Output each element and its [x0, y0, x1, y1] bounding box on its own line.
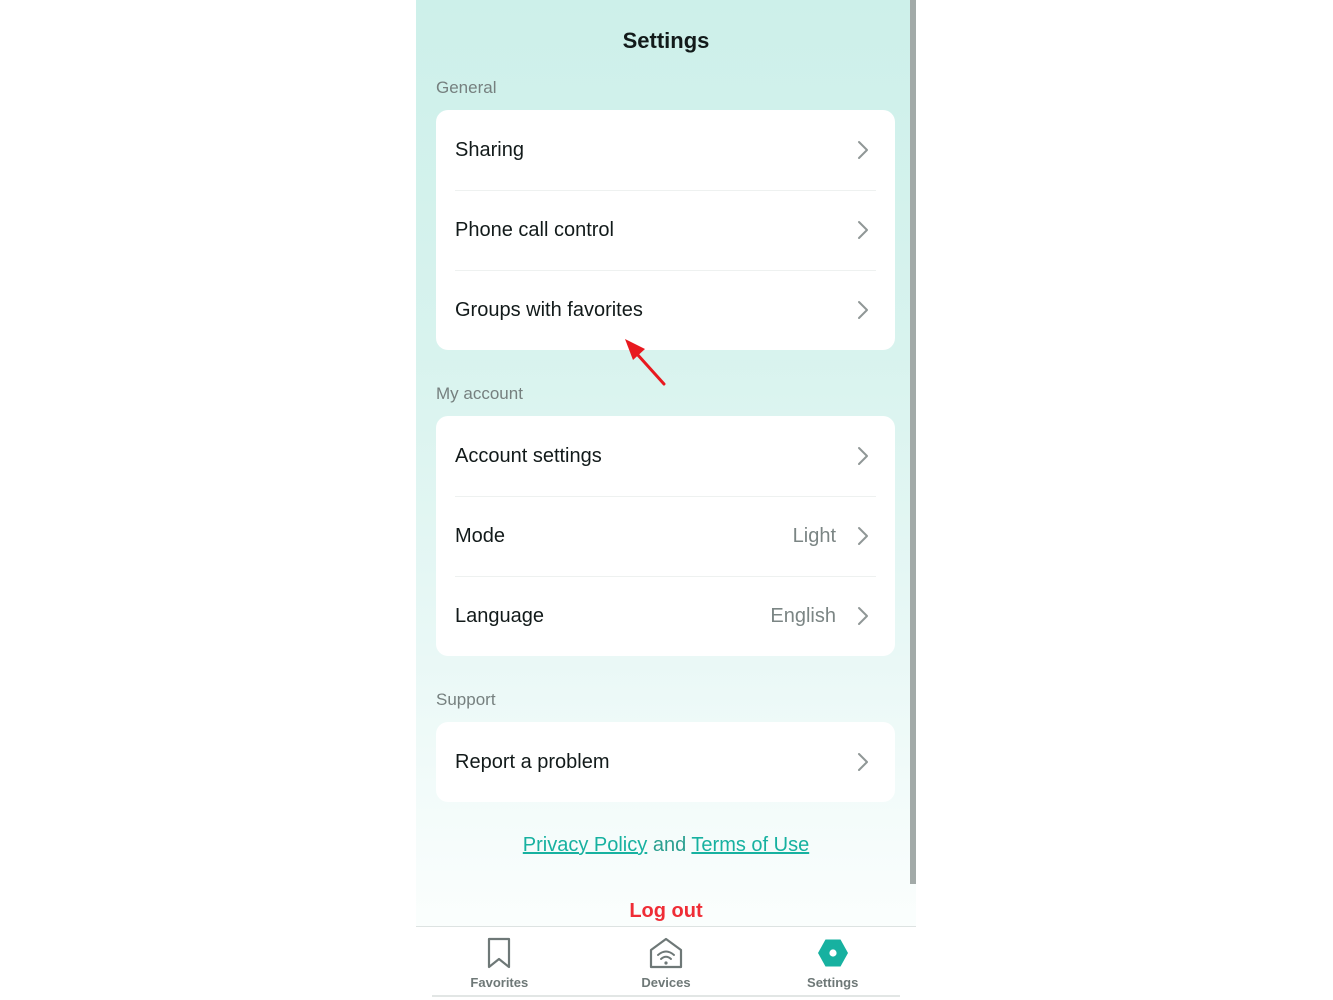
settings-row-account-settings[interactable]: Account settings [436, 416, 895, 496]
chevron-right-icon [858, 527, 868, 545]
terms-of-use-link[interactable]: Terms of Use [691, 834, 809, 856]
settings-row-language[interactable]: Language English [436, 576, 895, 656]
tab-label: Settings [807, 975, 859, 990]
settings-row-mode[interactable]: Mode Light [436, 496, 895, 576]
scrollbar[interactable] [910, 0, 916, 884]
settings-row-groups-with-favorites[interactable]: Groups with favorites [436, 270, 895, 350]
row-label: Report a problem [455, 750, 610, 773]
row-label: Mode [455, 524, 506, 547]
tab-label: Favorites [470, 975, 529, 990]
chevron-right-icon [858, 607, 868, 625]
section-label-general: General [436, 78, 497, 97]
chevron-right-icon [858, 301, 868, 319]
legal-conjunction: and [652, 834, 687, 856]
language-value: English [770, 604, 836, 627]
settings-row-report-a-problem[interactable]: Report a problem [436, 722, 895, 802]
settings-row-sharing[interactable]: Sharing [436, 110, 895, 190]
home-wifi-icon [649, 937, 683, 969]
legal-links: Privacy Policy and Terms of Use [416, 834, 916, 857]
mode-value: Light [792, 524, 836, 547]
row-label: Language [455, 604, 544, 627]
row-label: Phone call control [455, 218, 614, 241]
section-label-my-account: My account [436, 384, 523, 403]
my-account-card: Account settings Mode Light Language Eng… [436, 416, 895, 656]
chevron-right-icon [858, 447, 868, 465]
chevron-right-icon [858, 753, 868, 771]
settings-screen: Settings General Sharing Phone call cont… [416, 0, 916, 1000]
tab-settings[interactable]: Settings [749, 927, 916, 997]
chevron-right-icon [858, 141, 868, 159]
privacy-policy-link[interactable]: Privacy Policy [523, 834, 647, 856]
tab-label: Devices [641, 975, 691, 990]
settings-row-phone-call-control[interactable]: Phone call control [436, 190, 895, 270]
support-card: Report a problem [436, 722, 895, 802]
bookmark-icon [488, 937, 511, 969]
home-indicator [432, 995, 900, 997]
section-label-support: Support [436, 690, 496, 709]
page-title: Settings [622, 28, 710, 53]
logout-button[interactable]: Log out [416, 900, 916, 923]
general-card: Sharing Phone call control Groups with f… [436, 110, 895, 350]
tab-devices[interactable]: Devices [583, 927, 750, 997]
row-label: Sharing [455, 138, 524, 161]
bottom-tab-bar: Favorites Devices Settings [416, 927, 916, 997]
tab-favorites[interactable]: Favorites [416, 927, 583, 997]
hexagon-gear-icon [817, 939, 848, 967]
row-label: Groups with favorites [455, 298, 643, 321]
chevron-right-icon [858, 221, 868, 239]
row-label: Account settings [455, 444, 602, 467]
